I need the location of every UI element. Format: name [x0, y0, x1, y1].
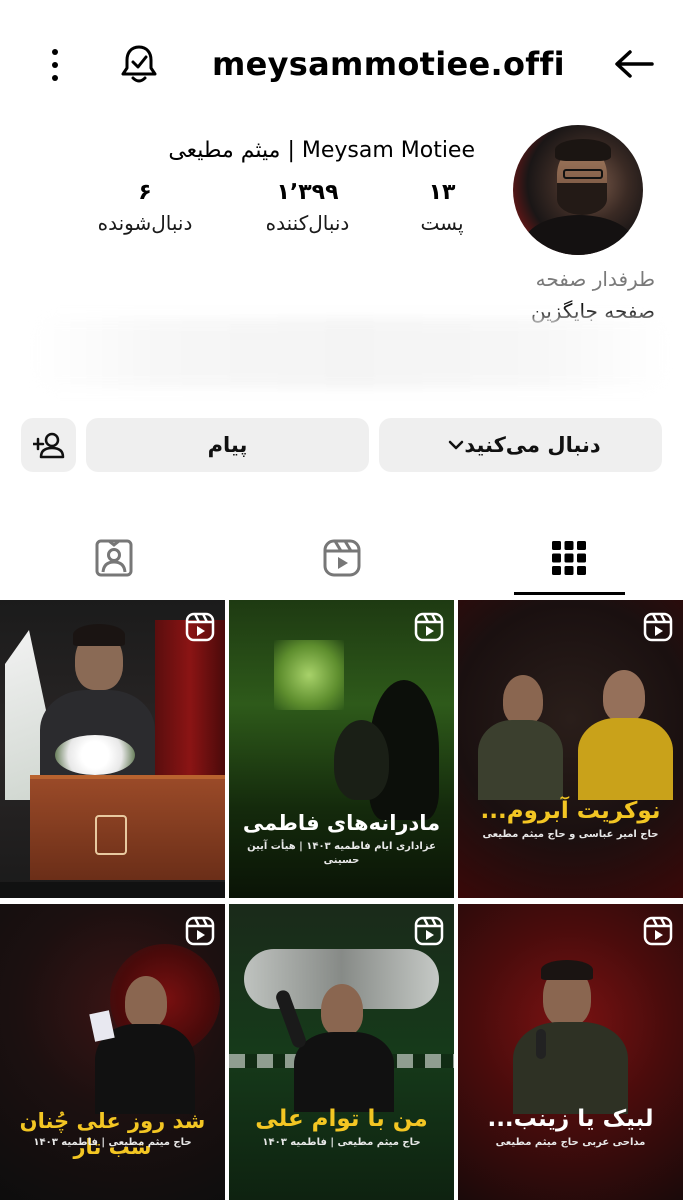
- avatar-glasses: [563, 169, 603, 179]
- reels-icon: [323, 539, 360, 577]
- singer-left-head: [503, 675, 543, 725]
- post-caption-subtitle: حاج امیر عباسی و حاج میثم مطیعی: [482, 829, 659, 840]
- reels-icon: [185, 916, 215, 946]
- singer-head: [125, 976, 167, 1028]
- child-figure: [334, 720, 389, 800]
- flowers: [55, 735, 135, 775]
- stat-following-label: دنبال‌شونده: [97, 211, 193, 235]
- avatar-body: [523, 215, 635, 255]
- speaker-hair: [73, 624, 125, 646]
- singer-body: [294, 1032, 394, 1112]
- reels-icon: [643, 612, 673, 642]
- stat-following-count: ۶: [138, 180, 152, 205]
- post-caption-title: مادرانه‌های فاطمی: [242, 811, 441, 835]
- active-tab-indicator: [514, 592, 625, 595]
- message-button[interactable]: پیام: [86, 418, 369, 472]
- suggest-users-button[interactable]: [21, 418, 76, 472]
- post-caption-title: من با توام علی: [255, 1106, 428, 1132]
- singer-hair: [541, 960, 593, 980]
- grid-icon: [551, 541, 586, 575]
- podium-logo: [95, 815, 127, 855]
- singer-head: [321, 984, 363, 1036]
- stat-followers[interactable]: ۱٬۳۹۹ دنبال‌کننده: [255, 178, 360, 238]
- reels-icon: [185, 612, 215, 642]
- reels-icon: [643, 916, 673, 946]
- post-tile[interactable]: من با توام علی حاج میثم مطیعی | فاطمیه ۱…: [229, 904, 454, 1200]
- post-tile[interactable]: لبیک یا زینب... مداحی عربی حاج میثم مطیع…: [458, 904, 683, 1200]
- following-button-label: دنبال می‌کنید: [464, 433, 601, 457]
- bell-icon: [121, 45, 157, 83]
- posts-grid: مادرانه‌های فاطمی عزاداری ایام فاطمیه ۱۴…: [0, 598, 683, 1200]
- stat-posts-label: پست: [420, 211, 464, 235]
- top-bar: meysammotiee.offi...: [0, 0, 683, 128]
- post-caption-title: شد روز علی چُنان شب تار: [19, 1109, 206, 1159]
- singer-left-body: [478, 720, 563, 800]
- post-tile[interactable]: [0, 600, 225, 898]
- blurred-bio-area: [30, 318, 670, 388]
- tab-posts-grid[interactable]: [455, 520, 682, 596]
- stat-followers-label: دنبال‌کننده: [265, 211, 350, 235]
- stat-followers-count: ۱٬۳۹۹: [276, 180, 339, 205]
- profile-avatar[interactable]: [513, 125, 643, 255]
- stat-posts-count: ۱۳: [428, 180, 456, 205]
- profile-category: طرفدار صفحه: [535, 267, 655, 291]
- back-button[interactable]: [612, 42, 656, 86]
- post-caption-subtitle: حاج میثم مطیعی | فاطمیه ۱۴۰۳: [262, 1137, 421, 1148]
- podium: [30, 775, 225, 880]
- stat-following[interactable]: ۶ دنبال‌شونده: [85, 178, 205, 238]
- post-caption-title: لبیک یا زینب...: [487, 1106, 654, 1132]
- tab-reels[interactable]: [228, 520, 455, 596]
- window-light: [274, 640, 344, 710]
- message-button-label: پیام: [207, 433, 248, 457]
- profile-username-title: meysammotiee.offi...: [212, 45, 562, 83]
- post-tile[interactable]: شد روز علی چُنان شب تار حاج میثم مطیعی |…: [0, 904, 225, 1200]
- stat-posts[interactable]: ۱۳ پست: [410, 178, 474, 238]
- banner-strip: [0, 882, 225, 898]
- post-caption-subtitle: حاج میثم مطیعی | فاطمیه ۱۴۰۳: [33, 1137, 192, 1148]
- add-user-icon: [32, 432, 64, 459]
- profile-display-name: Meysam Motiee | میثم مطیعی: [168, 138, 475, 163]
- avatar-beard: [557, 183, 607, 215]
- profile-tabs: [0, 520, 683, 598]
- post-caption-subtitle: مداحی عربی حاج میثم مطیعی: [495, 1137, 646, 1148]
- tab-tagged[interactable]: [0, 520, 227, 596]
- chevron-down-icon: [448, 435, 464, 456]
- singer-body: [513, 1022, 628, 1114]
- following-button[interactable]: دنبال می‌کنید: [379, 418, 662, 472]
- paper: [89, 1010, 115, 1042]
- notifications-button[interactable]: [118, 42, 160, 86]
- microphone: [536, 1029, 546, 1059]
- singer-right-body: [578, 718, 673, 800]
- post-caption-title: نوکریت آبروم...: [480, 798, 661, 824]
- more-vertical-icon: [52, 49, 58, 81]
- reels-icon: [414, 916, 444, 946]
- more-options-button[interactable]: [40, 46, 70, 84]
- post-tile[interactable]: مادرانه‌های فاطمی عزاداری ایام فاطمیه ۱۴…: [229, 600, 454, 898]
- avatar-hair: [555, 139, 611, 161]
- reels-icon: [414, 612, 444, 642]
- singer-right-head: [603, 670, 645, 722]
- arrow-left-icon: [615, 50, 654, 78]
- tagged-icon: [95, 539, 132, 577]
- post-caption-subtitle: عزاداری ایام فاطمیه ۱۴۰۳ | هیأت آیین حسی…: [247, 841, 436, 866]
- post-tile[interactable]: نوکریت آبروم... حاج امیر عباسی و حاج میث…: [458, 600, 683, 898]
